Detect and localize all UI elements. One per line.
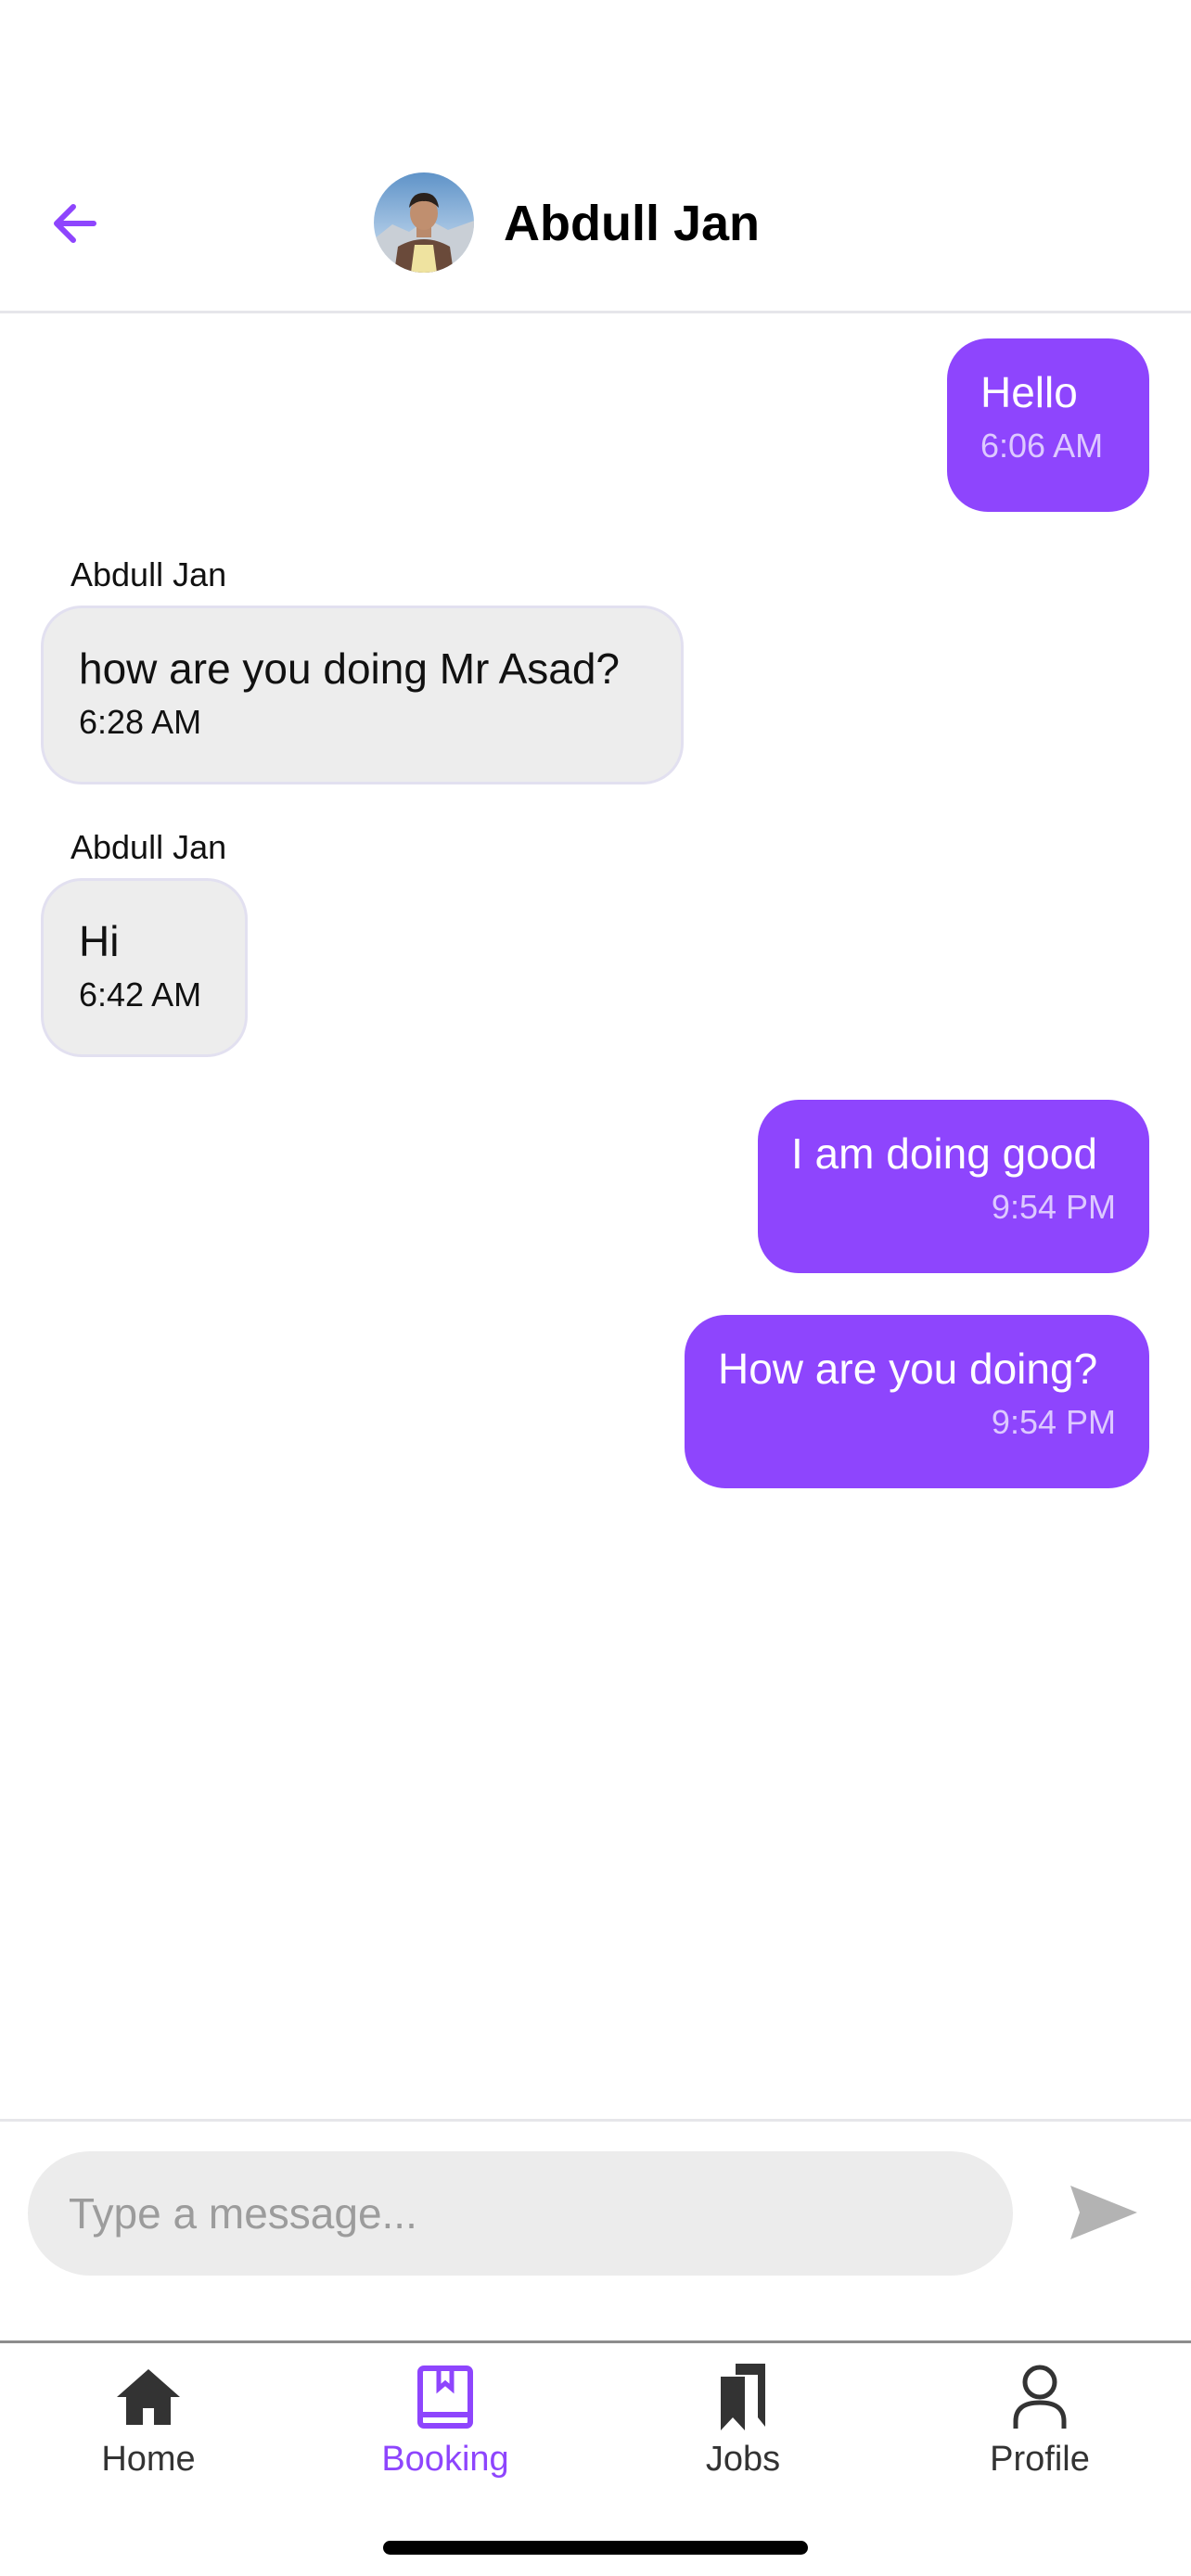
send-button[interactable] bbox=[1057, 2175, 1150, 2250]
tab-jobs[interactable]: Jobs bbox=[632, 2362, 854, 2501]
person-icon bbox=[1013, 2365, 1067, 2429]
message-sender: Abdull Jan bbox=[70, 828, 227, 866]
arrow-left-icon bbox=[54, 204, 96, 243]
contact-avatar[interactable] bbox=[374, 172, 474, 273]
message-time: 6:28 AM bbox=[79, 703, 202, 741]
tab-label: Home bbox=[101, 2440, 196, 2479]
message-bubble-outgoing[interactable]: How are you doing? 9:54 PM bbox=[685, 1315, 1149, 1488]
message-time: 6:06 AM bbox=[980, 427, 1104, 465]
message-time: 6:42 AM bbox=[79, 976, 202, 1014]
message-sender: Abdull Jan bbox=[70, 555, 227, 593]
message-bubble-incoming[interactable]: how are you doing Mr Asad? 6:28 AM bbox=[41, 606, 684, 784]
contact-name: Abdull Jan bbox=[504, 196, 761, 251]
home-icon bbox=[117, 2369, 180, 2425]
tab-home[interactable]: Home bbox=[37, 2362, 260, 2501]
message-text: Hello bbox=[980, 368, 1078, 416]
message-bubble-outgoing[interactable]: Hello 6:06 AM bbox=[947, 338, 1149, 512]
tab-profile[interactable]: Profile bbox=[928, 2362, 1151, 2501]
message-bubble-outgoing[interactable]: I am doing good 9:54 PM bbox=[758, 1100, 1149, 1273]
message-text: How are you doing? bbox=[718, 1345, 1098, 1393]
tab-label: Jobs bbox=[705, 2440, 781, 2479]
message-text: Hi bbox=[79, 917, 120, 965]
message-text: I am doing good bbox=[791, 1129, 1097, 1178]
message-time: 9:54 PM bbox=[991, 1403, 1116, 1441]
message-input[interactable] bbox=[28, 2151, 1013, 2276]
tab-booking[interactable]: Booking bbox=[334, 2362, 557, 2501]
back-button[interactable] bbox=[37, 185, 113, 261]
chat-header: Abdull Jan bbox=[0, 0, 1191, 313]
bookmarks-icon bbox=[721, 2364, 765, 2430]
tab-label: Booking bbox=[381, 2440, 509, 2479]
message-text: how are you doing Mr Asad? bbox=[79, 644, 621, 693]
send-icon bbox=[1070, 2186, 1137, 2239]
home-indicator[interactable] bbox=[383, 2541, 808, 2555]
message-bubble-incoming[interactable]: Hi 6:42 AM bbox=[41, 878, 248, 1057]
tab-label: Profile bbox=[990, 2440, 1090, 2479]
message-composer bbox=[0, 2119, 1191, 2343]
book-icon bbox=[417, 2366, 473, 2429]
message-time: 9:54 PM bbox=[991, 1188, 1116, 1226]
